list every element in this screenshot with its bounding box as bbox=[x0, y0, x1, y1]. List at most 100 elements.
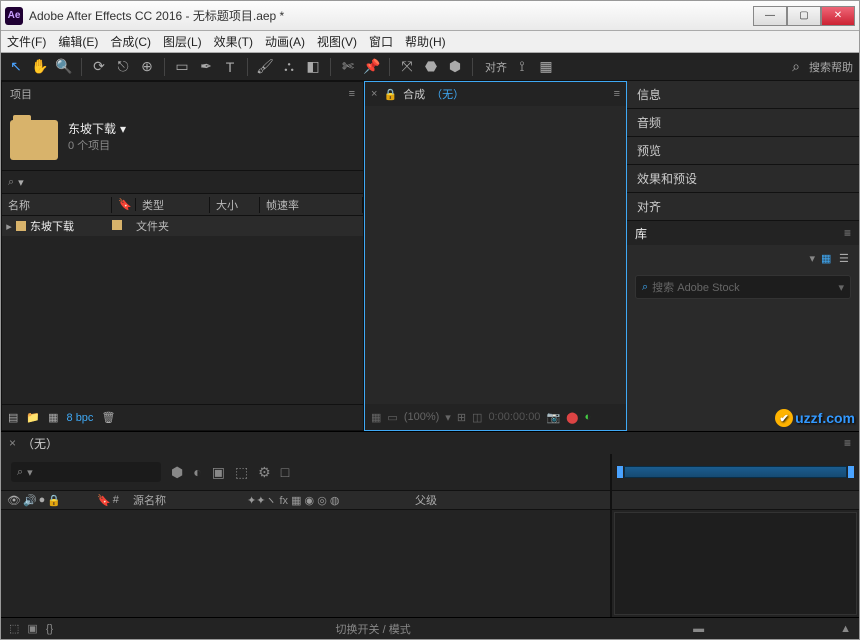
menu-effect[interactable]: 效果(T) bbox=[214, 33, 253, 50]
time-ruler[interactable] bbox=[624, 466, 847, 478]
panel-menu-icon[interactable]: ≡ bbox=[844, 436, 851, 450]
grid-view-icon[interactable]: ▦ bbox=[821, 252, 833, 264]
ruler-start-handle[interactable] bbox=[616, 465, 624, 479]
library-tab-label[interactable]: 库 bbox=[635, 225, 647, 242]
maximize-button[interactable]: ▢ bbox=[787, 6, 821, 26]
timeline-canvas[interactable] bbox=[614, 512, 857, 615]
menu-window[interactable]: 窗口 bbox=[369, 33, 393, 50]
chevron-down-icon[interactable]: ▾ bbox=[445, 411, 451, 424]
zoom-level[interactable]: (100%) bbox=[404, 411, 439, 423]
col-parent[interactable]: 父级 bbox=[407, 492, 610, 508]
menu-edit[interactable]: 编辑(E) bbox=[58, 33, 98, 50]
snap-icon[interactable]: ⟟ bbox=[513, 58, 531, 76]
tl-icon-6[interactable]: □ bbox=[281, 464, 289, 481]
info-panel-tab[interactable]: 信息 bbox=[627, 81, 859, 109]
roi-icon[interactable]: ◫ bbox=[472, 411, 482, 424]
col-tag[interactable]: 🔖 bbox=[112, 198, 136, 211]
snap2-icon[interactable]: ▦ bbox=[537, 58, 555, 76]
timecode[interactable]: 0:00:00:00 bbox=[488, 411, 540, 423]
chevron-down-icon[interactable]: ▾ bbox=[120, 122, 126, 136]
brush-tool-icon[interactable]: 🖌 bbox=[256, 58, 274, 76]
effects-panel-tab[interactable]: 效果和预设 bbox=[627, 165, 859, 193]
menu-view[interactable]: 视图(V) bbox=[317, 33, 357, 50]
col-type[interactable]: 类型 bbox=[136, 197, 210, 213]
puppet-tool-icon[interactable]: 📌 bbox=[363, 58, 381, 76]
stock-search[interactable]: ⌕ 搜索 Adobe Stock ▾ bbox=[635, 275, 851, 299]
zoom-tool-icon[interactable]: 🔍 bbox=[55, 58, 73, 76]
av-lock-icon[interactable]: 🔒 bbox=[47, 494, 61, 507]
chevron-down-icon[interactable]: ▾ bbox=[18, 176, 24, 189]
menu-comp[interactable]: 合成(C) bbox=[110, 33, 151, 50]
menu-layer[interactable]: 图层(L) bbox=[163, 33, 202, 50]
sb-icon-1[interactable]: ⬚ bbox=[9, 622, 19, 635]
col-source[interactable]: 源名称 bbox=[127, 492, 247, 508]
mode-toggle[interactable]: 切换开关 / 模式 bbox=[61, 621, 685, 637]
project-row[interactable]: ▸ 东坡下载 文件夹 bbox=[2, 216, 363, 236]
stamp-tool-icon[interactable]: ⛬ bbox=[280, 58, 298, 76]
menu-help[interactable]: 帮助(H) bbox=[405, 33, 446, 50]
project-tab[interactable]: 项目 ≡ bbox=[2, 82, 363, 106]
grid-display-icon[interactable]: ▦ bbox=[371, 411, 381, 424]
audio-panel-tab[interactable]: 音频 bbox=[627, 109, 859, 137]
sb-icon-2[interactable]: ▣ bbox=[27, 622, 37, 635]
col-fps[interactable]: 帧速率 bbox=[260, 197, 363, 213]
rotation-tool-icon[interactable]: ⟳ bbox=[90, 58, 108, 76]
interpret-icon[interactable]: ▤ bbox=[8, 411, 18, 424]
tl-icon-1[interactable]: ⬢ bbox=[171, 464, 183, 481]
close-button[interactable]: ✕ bbox=[821, 6, 855, 26]
list-view-icon[interactable]: ☰ bbox=[839, 252, 851, 264]
tag-chip-icon[interactable] bbox=[112, 220, 122, 230]
panel-menu-icon[interactable]: ≡ bbox=[349, 88, 355, 100]
search-help-label[interactable]: 搜索帮助 bbox=[809, 59, 853, 75]
anchor-tool-icon[interactable]: ⊕ bbox=[138, 58, 156, 76]
sb-icon-3[interactable]: {} bbox=[46, 623, 53, 635]
red-channel-icon[interactable]: ⬤ bbox=[566, 411, 578, 424]
panel-menu-icon[interactable]: ≡ bbox=[614, 88, 620, 100]
snapshot-icon[interactable]: 📷 bbox=[546, 411, 560, 424]
selection-tool-icon[interactable]: ↖ bbox=[7, 58, 25, 76]
chevron-down-icon[interactable]: ▾ bbox=[27, 466, 33, 479]
axis-tool-icon[interactable]: ⤧ bbox=[398, 58, 416, 76]
av-speaker-icon[interactable]: 🔊 bbox=[23, 494, 37, 507]
channel-icon[interactable]: ▭ bbox=[387, 411, 397, 424]
tl-icon-2[interactable]: ◐ bbox=[193, 464, 201, 481]
lib-dropdown-icon[interactable]: ▾ bbox=[809, 252, 815, 265]
close-tab-icon[interactable]: × bbox=[371, 88, 377, 100]
project-search[interactable]: ⌕ ▾ bbox=[2, 170, 363, 194]
preview-panel-tab[interactable]: 预览 bbox=[627, 137, 859, 165]
world-axis-icon[interactable]: ⬣ bbox=[422, 58, 440, 76]
hand-tool-icon[interactable]: ✋ bbox=[31, 58, 49, 76]
resolution-icon[interactable]: ⊞ bbox=[457, 411, 466, 424]
tl-icon-3[interactable]: ▣ bbox=[212, 464, 225, 481]
minimize-button[interactable]: — bbox=[753, 6, 787, 26]
new-comp-icon[interactable]: ▦ bbox=[48, 411, 58, 424]
camera-tool-icon[interactable]: ⎋ bbox=[114, 58, 132, 76]
col-size[interactable]: 大小 bbox=[210, 197, 260, 213]
sb-zoom-out-icon[interactable]: ▬ bbox=[693, 623, 704, 635]
timeline-rows[interactable] bbox=[1, 510, 610, 617]
close-tab-icon[interactable]: × bbox=[9, 436, 16, 450]
col-name[interactable]: 名称 bbox=[2, 197, 112, 213]
expand-arrow-icon[interactable]: ▸ bbox=[2, 220, 16, 233]
tl-icon-5[interactable]: ⚙ bbox=[258, 464, 271, 481]
trash-icon[interactable]: 🗑 bbox=[101, 411, 115, 424]
view-axis-icon[interactable]: ⬢ bbox=[446, 58, 464, 76]
comp-viewer[interactable] bbox=[365, 106, 626, 404]
pen-tool-icon[interactable]: ✒ bbox=[197, 58, 215, 76]
sb-zoom-in-icon[interactable]: ▲ bbox=[840, 623, 851, 635]
tl-icon-4[interactable]: ⬚ bbox=[235, 464, 248, 481]
timeline-search[interactable]: ⌕ ▾ bbox=[11, 462, 161, 482]
roto-tool-icon[interactable]: ✄ bbox=[339, 58, 357, 76]
av-eye-icon[interactable]: 👁 bbox=[7, 494, 21, 507]
new-folder-icon[interactable]: 📁 bbox=[26, 411, 40, 424]
chevron-down-icon[interactable]: ▾ bbox=[838, 281, 844, 294]
bpc-button[interactable]: 8 bpc bbox=[67, 412, 94, 424]
panel-menu-icon[interactable]: ≡ bbox=[844, 226, 851, 240]
rect-tool-icon[interactable]: ▭ bbox=[173, 58, 191, 76]
ruler-end-handle[interactable] bbox=[847, 465, 855, 479]
tag-icon[interactable]: 🔖 bbox=[97, 494, 111, 507]
menu-animation[interactable]: 动画(A) bbox=[265, 33, 305, 50]
lock-icon[interactable]: 🔒 bbox=[383, 88, 397, 101]
eraser-tool-icon[interactable]: ◧ bbox=[304, 58, 322, 76]
menu-file[interactable]: 文件(F) bbox=[7, 33, 46, 50]
